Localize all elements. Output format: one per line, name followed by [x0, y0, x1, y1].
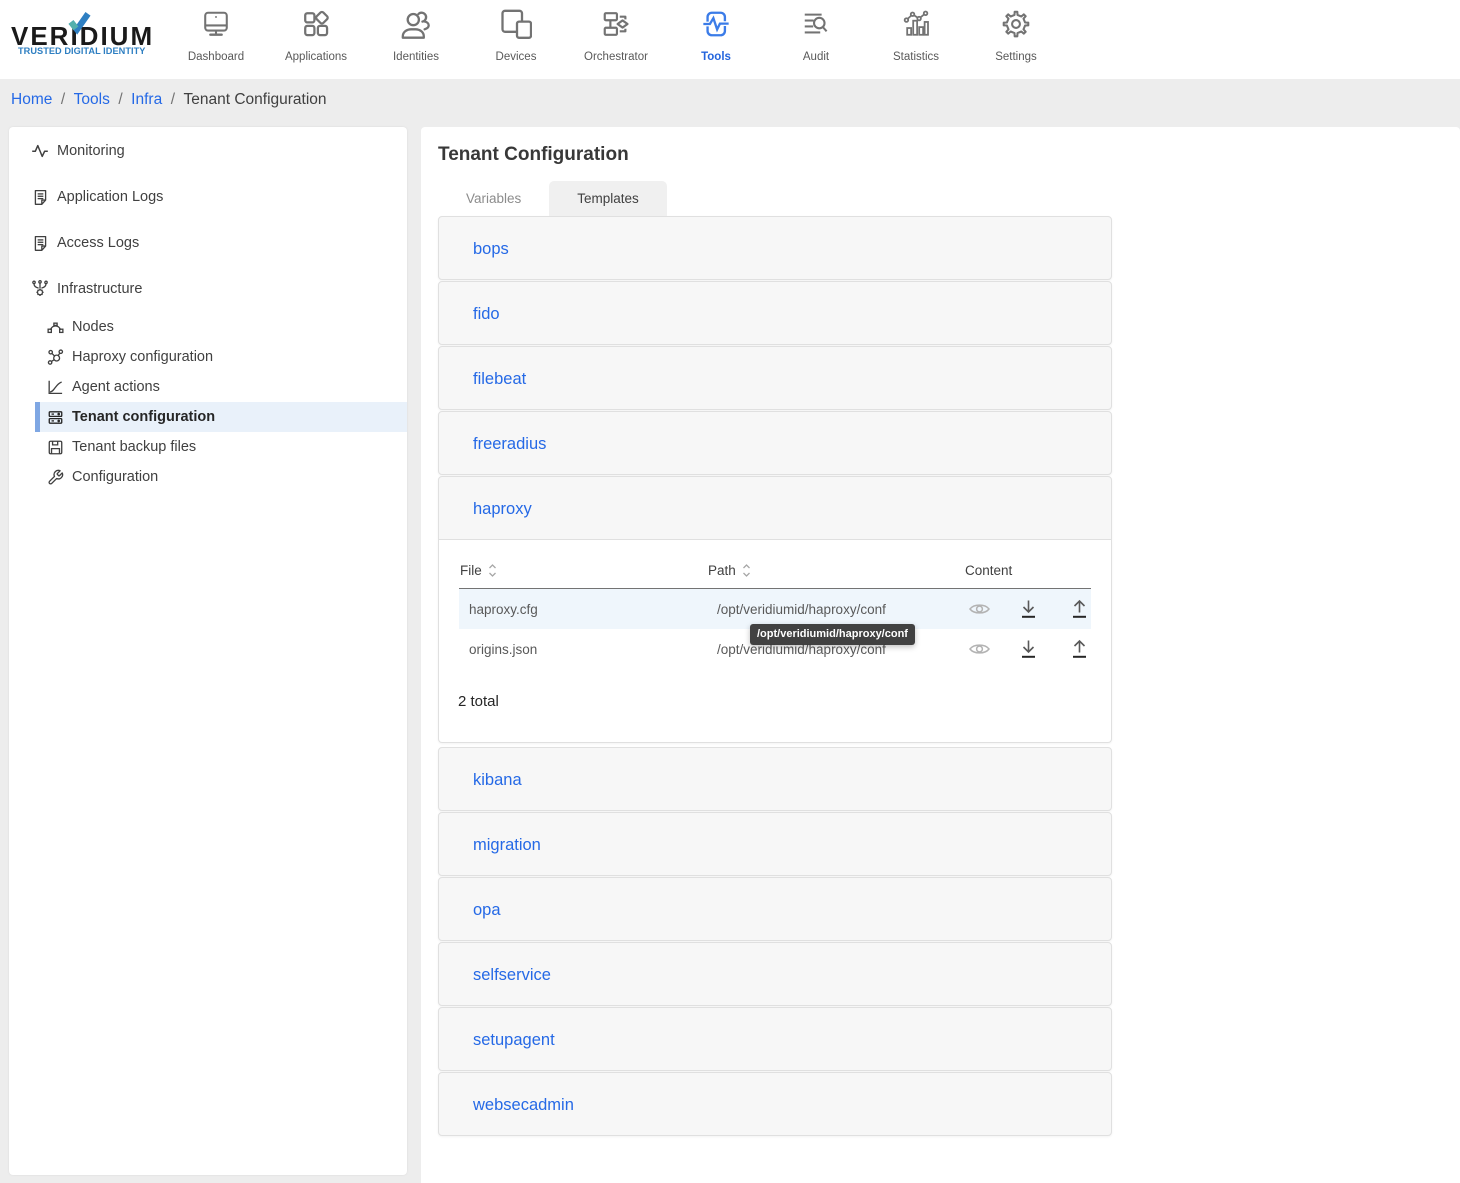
svg-text:TRUSTED DIGITAL IDENTITY: TRUSTED DIGITAL IDENTITY: [18, 46, 145, 56]
